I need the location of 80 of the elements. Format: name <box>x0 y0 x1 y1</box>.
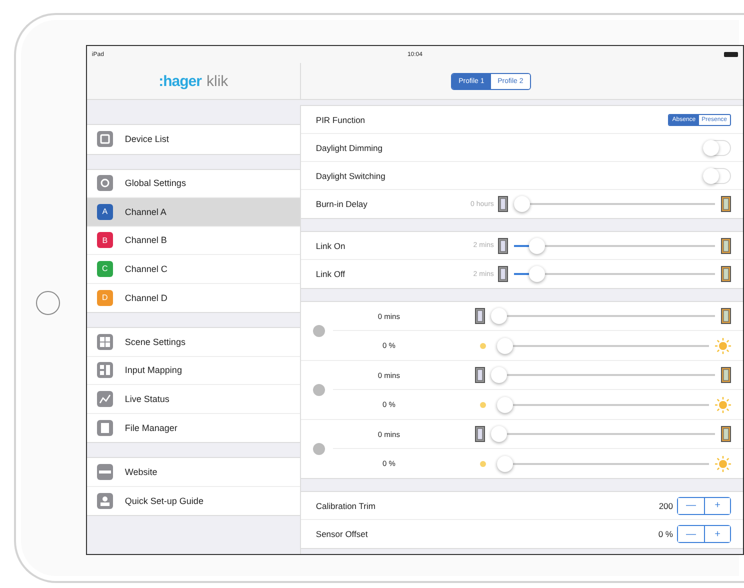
setting-label: Daylight Dimming <box>316 142 384 152</box>
setting-label: Link Off <box>316 269 346 279</box>
sidebar-item[interactable]: D Channel D <box>86 284 300 312</box>
item-label: Website <box>124 466 158 477</box>
slider-thumb[interactable] <box>496 396 513 412</box>
sun-icon <box>715 396 731 412</box>
scene-icon <box>312 325 325 337</box>
slider-thumb[interactable] <box>514 196 530 212</box>
mapping-icon <box>96 362 113 378</box>
stepper-value: 200 <box>658 500 673 510</box>
sidebar-item[interactable]: Input Mapping <box>86 356 300 385</box>
slider-thumb[interactable] <box>490 367 507 383</box>
setting-label: Daylight Switching <box>316 170 386 180</box>
sidebar-item[interactable]: Scene Settings <box>86 328 300 356</box>
channel-icon: A <box>96 204 113 220</box>
scene-icon <box>312 443 325 455</box>
gear-icon <box>96 175 113 192</box>
product-name: klik <box>206 72 228 90</box>
channel-icon: D <box>96 290 113 306</box>
slider-thumb[interactable] <box>490 308 507 324</box>
sidebar-item[interactable]: B Channel B <box>86 226 300 255</box>
channel-icon: C <box>96 260 113 277</box>
setting-label: PIR Function <box>316 114 366 124</box>
sidebar-item[interactable]: Live Status <box>86 385 300 414</box>
stepper-value: 0 % <box>658 529 673 539</box>
sidebar-item[interactable]: File Manager <box>86 414 300 442</box>
sidebar-item[interactable]: Website <box>86 458 300 486</box>
sidebar-item[interactable]: C Channel C <box>86 255 300 284</box>
door-icon <box>498 266 508 282</box>
door-icon <box>721 367 731 383</box>
item-label: Live Status <box>124 394 170 404</box>
device-icon <box>96 131 113 148</box>
door-icon <box>474 367 485 383</box>
item-label: Channel D <box>124 292 168 303</box>
sidebar-item[interactable]: Device List <box>86 125 300 154</box>
door-icon <box>721 238 731 254</box>
door-icon <box>721 308 731 324</box>
slider-thumb[interactable] <box>528 238 545 254</box>
item-label: Channel C <box>124 264 168 274</box>
door-icon <box>721 196 731 212</box>
item-label: Global Settings <box>124 178 186 188</box>
plus-button[interactable]: + <box>704 526 730 542</box>
setting-label: Calibration Trim <box>316 500 376 510</box>
door-icon <box>474 426 485 442</box>
item-label: Quick Set-up Guide <box>124 496 204 506</box>
setting-label: Link On <box>316 240 346 250</box>
sidebar-item[interactable]: A Channel A <box>86 198 300 226</box>
toggle-switch[interactable] <box>703 140 731 156</box>
door-icon <box>498 238 508 254</box>
door-icon <box>474 308 485 324</box>
setting-label: Sensor Offset <box>316 529 369 539</box>
item-label: Input Mapping <box>124 365 182 376</box>
sun-icon <box>715 456 731 472</box>
sidebar-item[interactable]: Quick Set-up Guide <box>86 486 300 515</box>
slider-thumb[interactable] <box>490 426 507 442</box>
door-icon <box>721 426 731 442</box>
door-icon <box>721 266 731 282</box>
setting-label: Burn-in Delay <box>316 199 368 209</box>
battery-icon <box>724 52 738 57</box>
toggle-switch[interactable] <box>703 168 731 184</box>
door-icon <box>498 196 508 212</box>
sun-icon <box>715 338 731 354</box>
plus-button[interactable]: + <box>704 498 730 514</box>
slider-thumb[interactable] <box>528 266 545 282</box>
web-icon <box>96 464 113 480</box>
item-label: Scene Settings <box>124 336 186 347</box>
slider-thumb[interactable] <box>496 456 513 472</box>
item-label: Channel A <box>124 206 166 217</box>
item-label: Channel B <box>124 235 167 246</box>
slider-thumb[interactable] <box>496 338 513 354</box>
file-icon <box>96 420 113 436</box>
brand-logo: :hager <box>158 72 202 90</box>
chart-icon <box>96 390 113 407</box>
item-label: Device List <box>124 134 169 144</box>
home-button[interactable] <box>36 291 60 315</box>
grid-icon <box>96 334 113 350</box>
item-label: File Manager <box>124 422 178 433</box>
scene-icon <box>312 384 325 396</box>
channel-icon: B <box>96 232 113 248</box>
person-icon <box>96 492 113 509</box>
